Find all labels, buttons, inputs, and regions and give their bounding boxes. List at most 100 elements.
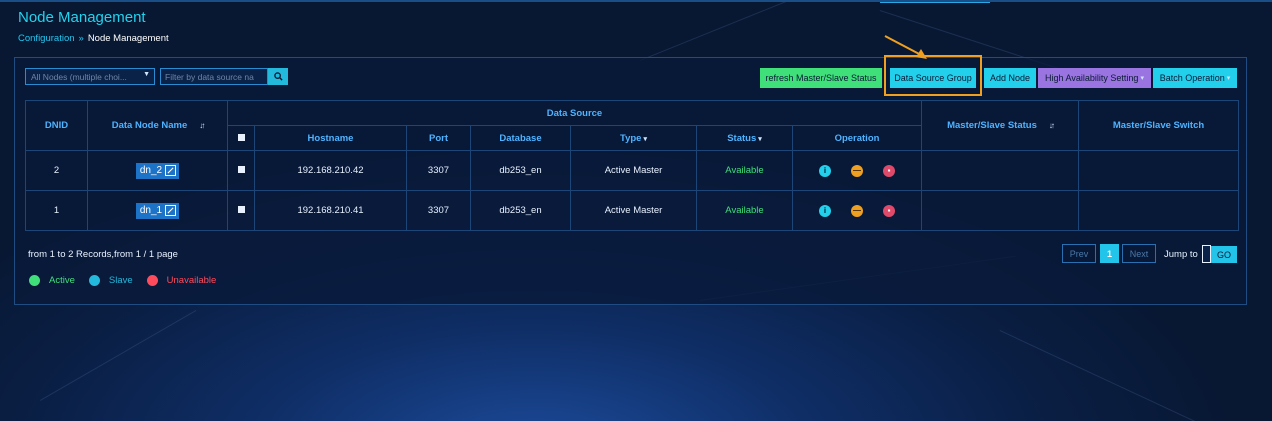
batch-operation-button[interactable]: Batch Operation ▾ (1153, 68, 1237, 88)
refresh-status-button[interactable]: refresh Master/Slave Status (760, 68, 882, 88)
breadcrumb-current: Node Management (87, 33, 169, 44)
col-dnid: DNID (25, 100, 88, 151)
status-legend: Active Slave Unavailable (29, 275, 230, 286)
col-data-source: Data Source (227, 100, 922, 126)
caret-down-icon: ▼ (143, 71, 150, 78)
legend-dot-icon (29, 275, 40, 286)
ms-status-cell (921, 190, 1079, 231)
top-border (0, 0, 1272, 2)
breadcrumb-configuration[interactable]: Configuration (18, 33, 75, 44)
bg-line (999, 330, 1218, 421)
col-ms-status-label: Master/Slave Status (947, 120, 1037, 131)
search-icon (273, 72, 283, 81)
breadcrumb: Configuration » Node Management (18, 33, 169, 44)
edit-icon[interactable] (165, 165, 177, 176)
delete-icon[interactable]: ▪ (883, 204, 895, 217)
col-database: Database (470, 125, 571, 151)
col-port: Port (406, 125, 471, 151)
high-availability-button[interactable]: High Availability Setting ▾ (1038, 68, 1151, 88)
legend-item-active: Active (29, 275, 75, 286)
caret-down-icon: ▾ (643, 135, 647, 143)
table-row: 1 dn_1 192.168.210.41 3307 db253_en Acti… (25, 190, 1239, 231)
select-all-checkbox[interactable] (237, 133, 245, 141)
legend-dot-icon (146, 275, 158, 286)
row-select-cell (227, 150, 255, 191)
operation-cell: i — ▪ (792, 190, 922, 231)
disable-icon[interactable]: — (851, 164, 863, 177)
prev-page-button[interactable]: Prev (1062, 244, 1096, 263)
sort-icon[interactable]: ↓↑ (1049, 121, 1055, 130)
status-cell: Available (696, 150, 793, 191)
page-1-button[interactable]: 1 (1100, 244, 1119, 263)
jump-to-label: Jump to (1164, 249, 1198, 260)
caret-down-icon: ▾ (1226, 75, 1231, 82)
node-name-label: dn_1 (139, 205, 163, 216)
node-name-tag[interactable]: dn_1 (135, 202, 180, 219)
caret-down-icon: ▾ (758, 135, 762, 143)
legend-label: Active (49, 275, 75, 286)
info-icon[interactable]: i (819, 204, 831, 217)
database-cell: db253_en (470, 150, 571, 191)
disable-icon[interactable]: — (851, 204, 863, 217)
dnid-cell: 2 (25, 150, 88, 191)
node-name-label: dn_2 (139, 165, 163, 176)
legend-label: Slave (108, 275, 133, 286)
go-button[interactable]: GO (1211, 246, 1237, 263)
col-type-label: Type (620, 132, 642, 144)
row-checkbox[interactable] (237, 206, 245, 213)
col-type[interactable]: Type ▾ (570, 125, 697, 151)
select-all-cell (227, 125, 255, 151)
data-node-table: DNID Data Node Name ↓↑ Data Source Master… (25, 100, 1239, 231)
node-name-tag[interactable]: dn_2 (135, 162, 180, 179)
port-cell: 3307 (406, 190, 471, 231)
hostname-cell: 192.168.210.41 (254, 190, 407, 231)
top-tab-highlight (880, 0, 990, 3)
page-title: Node Management (18, 9, 146, 26)
table-row: 2 dn_2 192.168.210.42 3307 db253_en Acti… (25, 150, 1239, 191)
info-icon[interactable]: i (819, 164, 831, 177)
search-input[interactable] (160, 68, 268, 85)
col-status-label: Status (727, 132, 757, 144)
dnid-cell: 1 (25, 190, 88, 231)
breadcrumb-separator: » (78, 33, 84, 44)
ms-status-cell (921, 150, 1079, 191)
legend-label: Unavailable (166, 275, 217, 286)
node-name-cell: dn_2 (87, 150, 228, 191)
operation-cell: i — ▪ (792, 150, 922, 191)
bg-line (40, 310, 197, 401)
row-checkbox[interactable] (237, 166, 245, 173)
high-availability-label: High Availability Setting (1045, 73, 1139, 83)
nodes-filter-select[interactable]: All Nodes (multiple choi... ▼ (25, 68, 155, 85)
col-ms-switch: Master/Slave Switch (1078, 100, 1239, 151)
ms-switch-cell (1078, 190, 1239, 231)
col-status[interactable]: Status ▾ (696, 125, 793, 151)
bg-line (640, 0, 863, 61)
status-cell: Available (696, 190, 793, 231)
col-node-name[interactable]: Data Node Name ↓↑ (87, 100, 228, 151)
batch-operation-label: Batch Operation (1159, 73, 1225, 83)
annotation-arrow-icon (884, 35, 927, 59)
next-page-button[interactable]: Next (1122, 244, 1156, 263)
jump-page-input[interactable] (1202, 245, 1211, 263)
search-button[interactable] (268, 68, 288, 85)
type-cell: Active Master (570, 190, 697, 231)
add-node-button[interactable]: Add Node (984, 68, 1036, 88)
col-ms-status[interactable]: Master/Slave Status ↓↑ (921, 100, 1079, 151)
col-hostname: Hostname (254, 125, 407, 151)
delete-icon[interactable]: ▪ (883, 164, 895, 177)
database-cell: db253_en (470, 190, 571, 231)
legend-item-unavailable: Unavailable (146, 275, 217, 286)
ms-switch-cell (1078, 150, 1239, 191)
row-select-cell (227, 190, 255, 231)
port-cell: 3307 (406, 150, 471, 191)
hostname-cell: 192.168.210.42 (254, 150, 407, 191)
node-management-panel: All Nodes (multiple choi... ▼ refresh Ma… (14, 35, 1247, 305)
col-node-name-label: Data Node Name (111, 120, 188, 131)
sort-icon[interactable]: ↓↑ (199, 121, 205, 130)
legend-dot-icon (88, 275, 100, 286)
caret-down-icon: ▾ (1140, 75, 1144, 82)
edit-icon[interactable] (165, 205, 177, 216)
nodes-filter-value: All Nodes (multiple choi... (31, 72, 127, 82)
legend-item-slave: Slave (88, 275, 133, 286)
node-name-cell: dn_1 (87, 190, 228, 231)
